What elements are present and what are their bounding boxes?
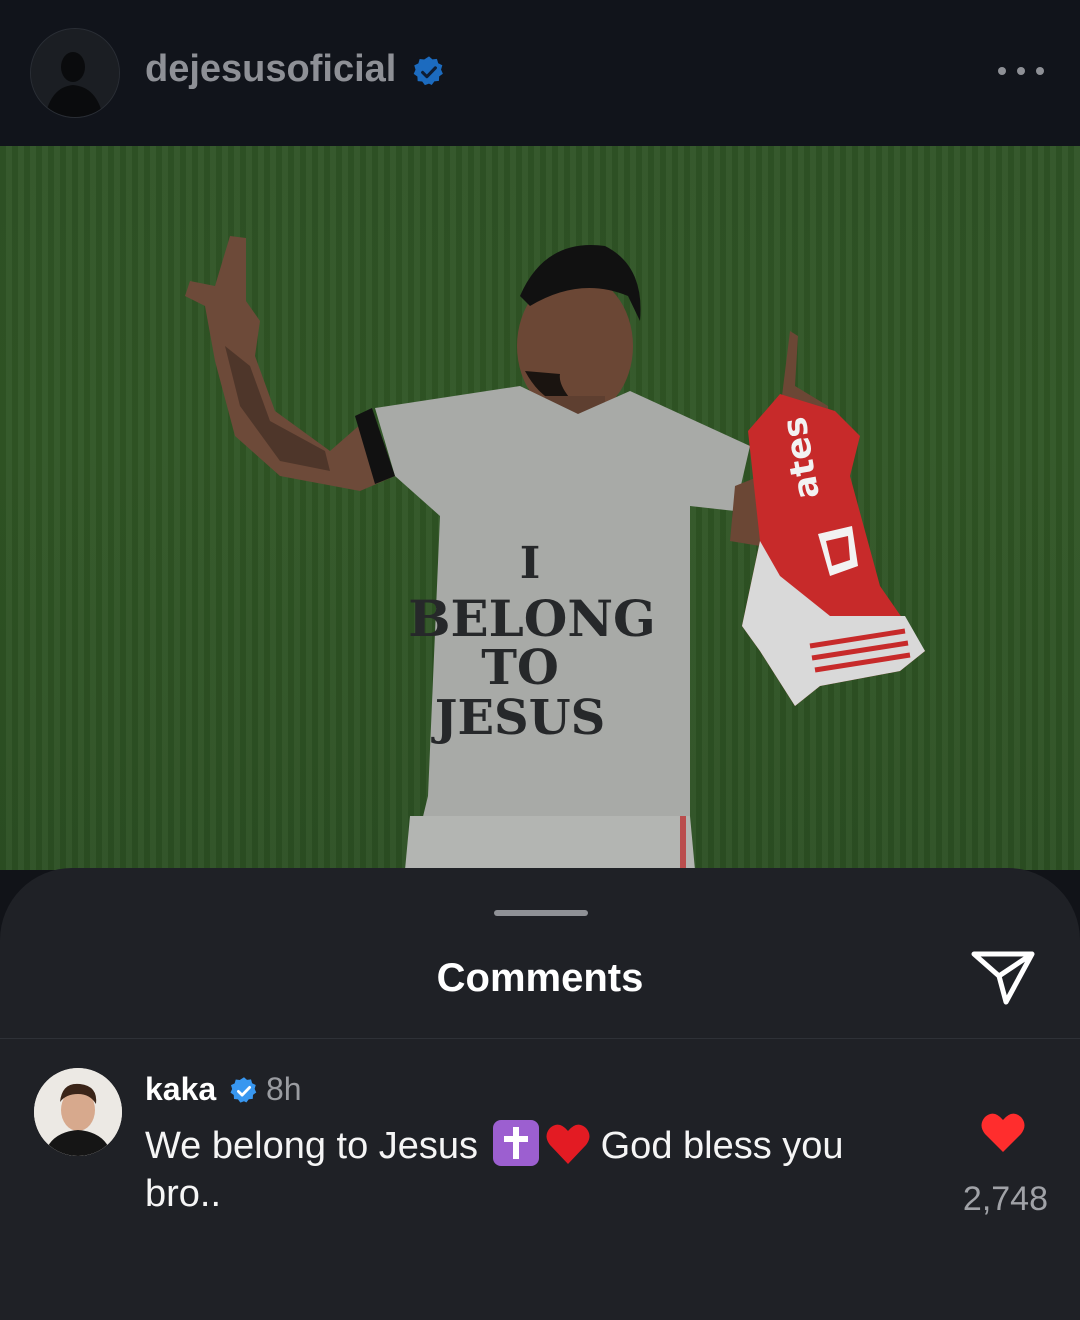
comment-timestamp: 8h (266, 1071, 302, 1107)
comment-text: We belong to Jesus God bless you bro.. (145, 1120, 925, 1218)
shirt-text-line-4: JESUS (431, 690, 605, 746)
comment-avatar[interactable] (34, 1068, 122, 1156)
avatar-silhouette-icon (31, 29, 119, 117)
sheet-divider (0, 1038, 1080, 1039)
verified-badge-icon (413, 56, 443, 86)
post-photo[interactable]: I BELONG TO JESUS ates (0, 146, 1080, 870)
comment-text-start: We belong to Jesus (145, 1125, 479, 1167)
latin-cross-emoji (492, 1120, 539, 1166)
shirt-text-line-3: TO (481, 640, 559, 696)
shirt-text-line-1: I (520, 538, 541, 589)
player-illustration: I BELONG TO JESUS ates (185, 236, 925, 870)
send-icon[interactable] (968, 946, 1038, 1008)
comment-like-count: 2,748 (962, 1180, 1048, 1218)
comment-username[interactable]: kaka (145, 1071, 216, 1108)
comments-title: Comments (436, 956, 644, 1000)
verified-badge-icon (230, 1077, 257, 1103)
post-username[interactable]: dejesusoficial (145, 48, 396, 91)
profile-avatar[interactable] (30, 28, 120, 118)
comments-sheet: Comments kaka 8h We belong to Jesus God … (0, 868, 1080, 1320)
post-header: dejesusoficial (0, 0, 1080, 146)
red-heart-emoji (546, 1124, 590, 1164)
comment-avatar-portrait-icon (34, 1068, 122, 1156)
heart-like-icon[interactable] (980, 1112, 1026, 1154)
more-options-icon[interactable] (998, 58, 1044, 84)
sheet-drag-handle[interactable] (494, 910, 588, 916)
